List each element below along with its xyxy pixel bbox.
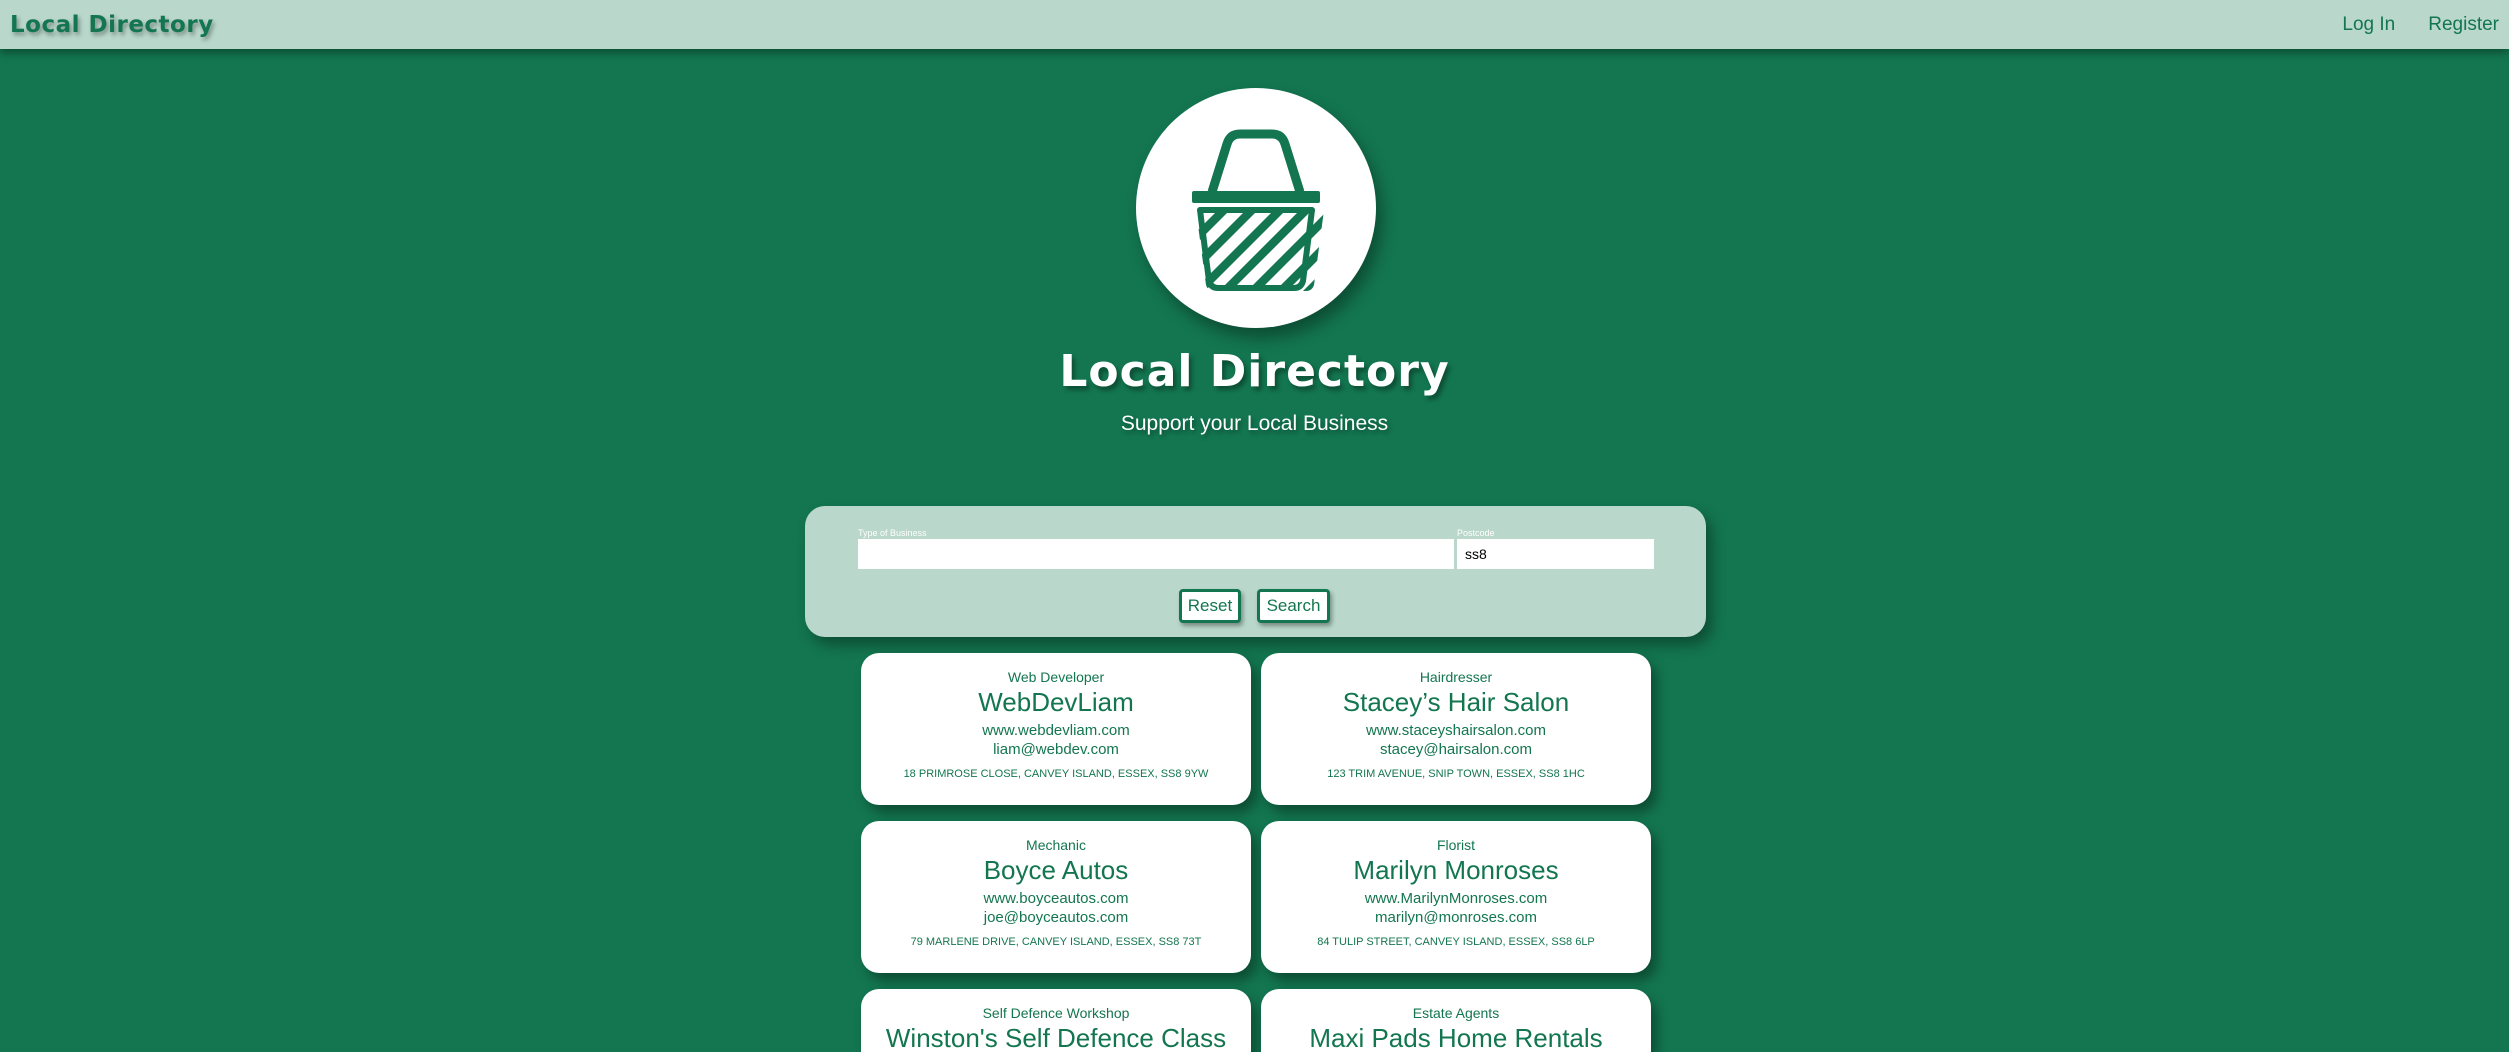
search-button[interactable]: Search bbox=[1257, 589, 1330, 623]
business-category: Estate Agents bbox=[1412, 1005, 1500, 1021]
nav-links: Log In Register bbox=[2342, 14, 2499, 36]
business-category: Web Developer bbox=[1007, 669, 1105, 685]
business-name: Maxi Pads Home Rentals bbox=[1309, 1023, 1603, 1052]
business-category: Self Defence Workshop bbox=[982, 1005, 1130, 1021]
business-type-input[interactable] bbox=[858, 539, 1454, 569]
reset-button[interactable]: Reset bbox=[1179, 589, 1241, 623]
hero-title: Local Directory bbox=[1059, 346, 1450, 397]
postcode-input[interactable] bbox=[1457, 539, 1654, 569]
basket-icon bbox=[1192, 129, 1324, 291]
business-card[interactable]: Hairdresser Stacey’s Hair Salon www.stac… bbox=[1261, 653, 1651, 805]
business-card[interactable]: Florist Marilyn Monroses www.MarilynMonr… bbox=[1261, 821, 1651, 973]
business-name: Winston's Self Defence Class bbox=[885, 1023, 1227, 1052]
business-website-link[interactable]: www.staceyshairsalon.com bbox=[1261, 722, 1651, 739]
business-name: Marilyn Monroses bbox=[1353, 855, 1559, 885]
business-category: Mechanic bbox=[1026, 837, 1086, 853]
business-category: Florist bbox=[1436, 837, 1476, 853]
business-email-link[interactable]: marilyn@monroses.com bbox=[1261, 909, 1651, 926]
register-link[interactable]: Register bbox=[2428, 14, 2499, 36]
business-email-link[interactable]: stacey@hairsalon.com bbox=[1261, 741, 1651, 758]
business-type-label: Type of Business bbox=[858, 528, 927, 538]
business-website-link[interactable]: www.boyceautos.com bbox=[861, 890, 1251, 907]
business-email-link[interactable]: liam@webdev.com bbox=[861, 741, 1251, 758]
business-name: Boyce Autos bbox=[983, 855, 1129, 885]
business-card[interactable]: Web Developer WebDevLiam www.webdevliam.… bbox=[861, 653, 1251, 805]
postcode-label: Postcode bbox=[1457, 528, 1495, 538]
business-address: 84 TULIP STREET, CANVEY ISLAND, ESSEX, S… bbox=[1317, 936, 1595, 948]
top-navbar: Local Directory Log In Register bbox=[0, 0, 2509, 49]
login-link[interactable]: Log In bbox=[2342, 14, 2395, 36]
business-card[interactable]: Mechanic Boyce Autos www.boyceautos.com … bbox=[861, 821, 1251, 973]
business-category: Hairdresser bbox=[1419, 669, 1493, 685]
business-address: 18 PRIMROSE CLOSE, CANVEY ISLAND, ESSEX,… bbox=[903, 768, 1209, 780]
hero-subtitle: Support your Local Business bbox=[1120, 412, 1389, 435]
search-panel: Type of Business Postcode Reset Search bbox=[805, 506, 1706, 637]
hero-logo bbox=[1136, 88, 1376, 328]
business-website-link[interactable]: www.MarilynMonroses.com bbox=[1261, 890, 1651, 907]
business-website-link[interactable]: www.webdevliam.com bbox=[861, 722, 1251, 739]
business-address: 123 TRIM AVENUE, SNIP TOWN, ESSEX, SS8 1… bbox=[1327, 768, 1585, 780]
business-name: WebDevLiam bbox=[978, 687, 1134, 717]
business-card[interactable]: Estate Agents Maxi Pads Home Rentals bbox=[1261, 989, 1651, 1052]
business-name: Stacey’s Hair Salon bbox=[1342, 687, 1570, 717]
brand-link[interactable]: Local Directory bbox=[10, 12, 214, 38]
business-card[interactable]: Self Defence Workshop Winston's Self Def… bbox=[861, 989, 1251, 1052]
business-address: 79 MARLENE DRIVE, CANVEY ISLAND, ESSEX, … bbox=[910, 936, 1202, 948]
business-email-link[interactable]: joe@boyceautos.com bbox=[861, 909, 1251, 926]
